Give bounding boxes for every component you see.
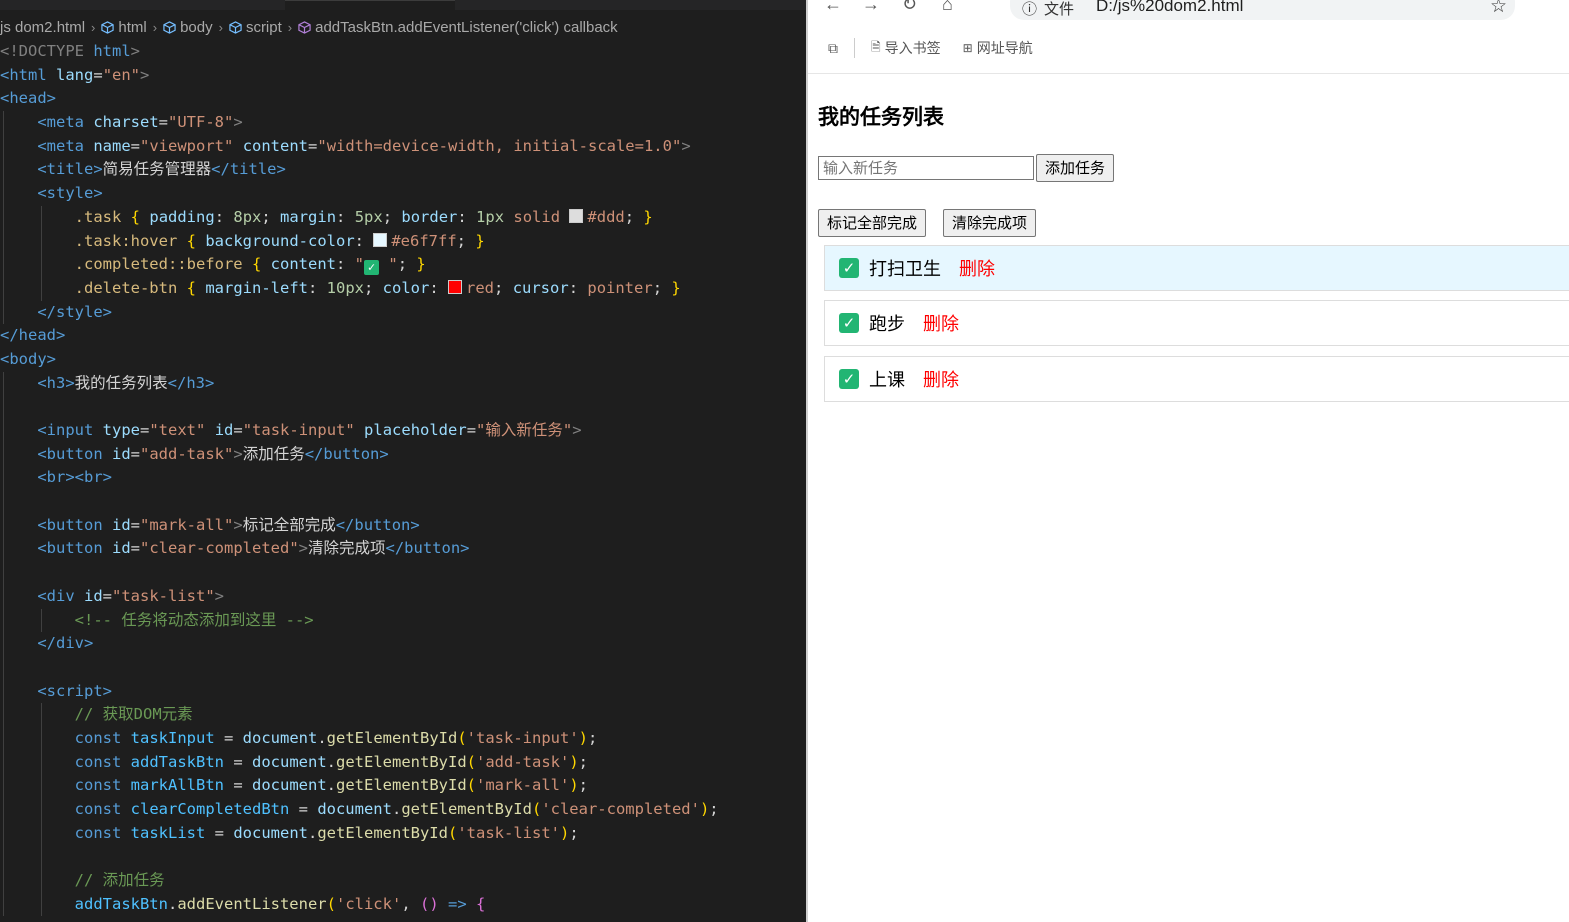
symbol-cube-icon [101,20,115,34]
code-line: <input type="text" id="task-input" place… [0,419,806,443]
breadcrumb-item-body[interactable]: body [163,19,213,36]
code-line: <body> [0,349,56,368]
symbol-method-icon [298,20,311,34]
color-swatch[interactable] [373,232,388,247]
code-line: const addTaskBtn = document.getElementBy… [0,750,806,775]
code-line: <script> [0,679,806,704]
code-line: .delete-btn { margin-left: 10px; color: … [0,276,806,301]
breadcrumb: js dom2.html › html › body › script › ad… [0,13,806,41]
reload-icon[interactable]: ↻ [902,0,917,15]
chevron-right-icon: › [91,19,96,35]
code-line: .completed::before { content: " ✓ "; } [0,253,806,277]
check-mark-icon: ✓ [839,369,859,389]
chevron-right-icon: › [152,19,158,35]
code-line: <html lang="en"> [0,65,150,84]
breadcrumb-item-script[interactable]: script [229,19,282,36]
code-line: <!-- 任务将动态添加到这里 --> [0,608,806,633]
code-line: <button id="clear-completed">清除完成项</butt… [0,537,806,562]
breadcrumb-item-html[interactable]: html [101,19,147,36]
bookmark-divider [854,38,855,58]
task-item[interactable]: ✓ 打扫卫生 删除 [824,245,1569,291]
color-swatch[interactable] [448,279,463,294]
code-line: <head> [0,89,56,108]
add-task-button[interactable]: 添加任务 [1036,154,1115,182]
code-line: const markAllBtn = document.getElementBy… [0,774,806,798]
browser-window: ← → ↻ ⌂ ⓘ 文件 D:/js%20dom2.html ☆ ⧉ 🗎 导入书签… [806,0,1569,922]
task-input[interactable] [818,156,1034,180]
code-line: <title>简易任务管理器</title> [0,158,806,183]
back-icon[interactable]: ← [824,0,842,15]
code-line: <button id="add-task">添加任务</button> [0,442,806,467]
code-line: // 添加任务 [0,869,806,893]
check-mark-icon: ✓ [839,258,859,278]
task-item[interactable]: ✓ 跑步 删除 [824,300,1569,346]
code-line: <style> [0,182,806,206]
clear-completed-button[interactable]: 清除完成项 [943,209,1037,237]
symbol-cube-icon [163,20,176,34]
code-line: </head> [0,326,66,345]
code-line: <meta charset="UTF-8"> [0,111,806,135]
breadcrumb-item-callback[interactable]: addTaskBtn.addEventListener('click') cal… [298,19,618,36]
code-line: const clearCompletedBtn = document.getEl… [0,798,806,822]
code-line: addTaskBtn.addEventListener('click', () … [0,892,806,917]
code-line: </style> [0,300,806,325]
code-line: .task:hover { background-color: #e6f7ff;… [0,229,806,254]
code-line: <br><br> [0,466,806,491]
bookmark-nav[interactable]: ⊞ 网址导航 [963,38,1033,58]
url-text[interactable]: D:/js%20dom2.html [1096,0,1243,16]
toolbar-divider [808,73,1569,74]
bookmarks-bar: ⧉ 🗎 导入书签 ⊞ 网址导航 [808,34,1569,62]
page-title: 我的任务列表 [818,105,944,129]
code-line: const taskList = document.getElementById… [0,821,806,846]
active-tab[interactable] [285,0,455,11]
document-icon: 🗎 [871,39,881,54]
check-mark-icon: ✓ [839,313,859,333]
task-text: 上课 [869,370,905,391]
tab-group-icon[interactable]: ⧉ [828,40,838,57]
code-line: .task { padding: 8px; margin: 5px; borde… [0,205,806,230]
code-line: <div id="task-list"> [0,584,806,609]
bookmark-star-icon[interactable]: ☆ [1490,0,1507,18]
code-line: const taskInput = document.getElementByI… [0,726,806,751]
task-text: 跑步 [869,314,905,335]
bookmark-import[interactable]: 🗎 导入书签 [871,38,941,59]
editor-tab-strip [0,0,806,11]
home-icon[interactable]: ⌂ [942,0,953,15]
chevron-right-icon: › [287,19,293,35]
task-text: 打扫卫生 [869,259,941,280]
code-line [0,845,806,870]
delete-button[interactable]: 删除 [959,255,995,281]
code-editor[interactable]: js dom2.html › html › body › script › ad… [0,0,806,922]
file-scheme-label: 文件 [1044,1,1075,18]
code-line [0,561,806,585]
code-line: <h3>我的任务列表</h3> [0,371,806,396]
code-line: </div> [0,632,806,656]
check-mark-emoji-icon: ✓ [364,260,380,276]
site-info-icon[interactable]: ⓘ [1022,0,1037,19]
chevron-right-icon: › [218,19,223,35]
address-bar[interactable]: ⓘ 文件 D:/js%20dom2.html ☆ [1010,0,1515,20]
code-line [0,395,806,419]
symbol-cube-icon [229,20,242,34]
code-area[interactable]: <!DOCTYPE html> <html lang="en"> <head> … [0,40,806,917]
code-line: <!DOCTYPE html> [0,42,141,60]
color-swatch[interactable] [569,208,584,223]
code-line: <meta name="viewport" content="width=dev… [0,134,806,159]
code-line: // 获取DOM元素 [0,703,806,727]
code-line [0,490,806,514]
browser-toolbar: ← → ↻ ⌂ ⓘ 文件 D:/js%20dom2.html ☆ [808,0,1569,20]
delete-button[interactable]: 删除 [923,366,959,392]
code-line [0,655,806,680]
forward-icon[interactable]: → [862,0,880,15]
breadcrumb-item-file[interactable]: js dom2.html [0,19,85,36]
task-item[interactable]: ✓ 上课 删除 [824,356,1569,402]
delete-button[interactable]: 删除 [923,310,959,336]
grid-icon: ⊞ [962,41,973,55]
mark-all-button[interactable]: 标记全部完成 [818,209,927,237]
code-line: <button id="mark-all">标记全部完成</button> [0,513,806,538]
